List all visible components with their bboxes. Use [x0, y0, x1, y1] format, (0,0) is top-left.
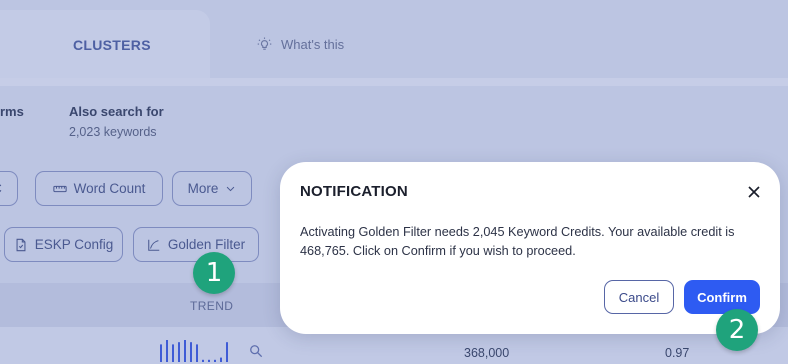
tab-whats-this[interactable]: What's this: [256, 36, 344, 53]
trend-bar: [160, 344, 162, 362]
dialog-message: Activating Golden Filter needs 2,045 Key…: [300, 225, 735, 258]
more-button[interactable]: More: [172, 171, 252, 206]
more-label: More: [187, 181, 219, 196]
search-icon[interactable]: [249, 344, 263, 358]
word-count-label: Word Count: [73, 181, 146, 196]
column-header-trend[interactable]: TREND: [190, 299, 233, 313]
cell-volume: 368,000: [464, 346, 510, 360]
lightbulb-icon: [257, 37, 272, 50]
trend-bar: [166, 340, 168, 362]
filter-chip-partial-label: C: [0, 181, 2, 196]
cell-cpc: 0.97: [665, 346, 690, 360]
trend-bar: [178, 342, 180, 362]
stat-partial-label: rms: [0, 104, 24, 119]
notification-dialog: NOTIFICATION Activating Golden Filter ne…: [280, 162, 780, 334]
trend-bar: [226, 342, 228, 362]
chevron-down-icon: [227, 186, 235, 192]
filter-chip-partial[interactable]: C: [0, 171, 18, 206]
step-badge-1: 1: [193, 252, 235, 294]
trend-sparkline: [160, 340, 228, 362]
whats-this-label: What's this: [281, 37, 345, 52]
trend-bar: [220, 357, 222, 362]
trend-bar: [202, 359, 204, 362]
also-search-count: 2,023 keywords: [69, 125, 157, 139]
trend-bar: [208, 359, 210, 362]
also-search-title: Also search for: [69, 104, 164, 119]
document-icon: [16, 238, 26, 251]
trend-bar: [190, 342, 192, 362]
confirm-button[interactable]: Confirm: [684, 280, 760, 314]
trend-bar: [184, 340, 186, 362]
step-badge-2: 2: [716, 309, 758, 351]
eskp-config-label: ESKP Config: [34, 237, 114, 252]
chart-icon: [148, 239, 160, 251]
tab-divider: [0, 78, 788, 86]
eskp-config-button[interactable]: ESKP Config: [4, 227, 123, 262]
trend-bar: [214, 359, 216, 362]
close-icon[interactable]: [746, 184, 762, 200]
word-count-button[interactable]: Word Count: [35, 171, 163, 206]
golden-filter-label: Golden Filter: [167, 237, 246, 252]
ruler-icon: [52, 185, 67, 192]
trend-bar: [172, 344, 174, 362]
tab-clusters[interactable]: CLUSTERS: [73, 37, 151, 53]
cancel-button[interactable]: Cancel: [604, 280, 674, 314]
trend-bar: [196, 344, 198, 362]
dialog-title: NOTIFICATION: [300, 183, 408, 200]
golden-filter-button[interactable]: Golden Filter: [133, 227, 259, 262]
